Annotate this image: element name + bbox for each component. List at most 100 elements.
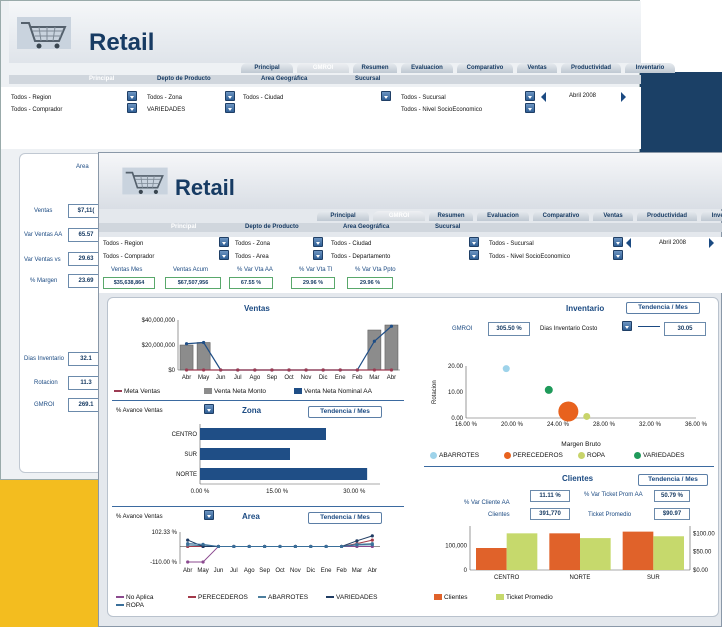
- inventario-legend-item: ABARROTES: [430, 452, 479, 459]
- tab-ventas[interactable]: Ventas: [593, 211, 633, 221]
- area-point: [370, 534, 374, 538]
- x-tick-label: May: [197, 568, 208, 574]
- tab-inventario[interactable]: Inventario: [701, 211, 722, 221]
- x-tick-label: Abr: [183, 568, 192, 574]
- x-tick-label: Abr: [368, 568, 377, 574]
- tab-inventario[interactable]: Inventario: [625, 63, 675, 73]
- var-ticket-label: % Var Ticket Prom AA: [584, 492, 643, 498]
- tab-evaluacion[interactable]: Evaluacion: [477, 211, 529, 221]
- zona-bar: [200, 468, 368, 480]
- comprador-dropdown-button[interactable]: [127, 103, 137, 113]
- tab-principal[interactable]: Principal: [241, 63, 293, 73]
- zona-dropdown-button[interactable]: [225, 91, 235, 101]
- tab-gmroi[interactable]: GMROI: [297, 63, 349, 73]
- tab-evaluacion[interactable]: Evaluacion: [401, 63, 453, 73]
- x-tick-label: 30.00 %: [343, 489, 366, 495]
- subtab-bar: Principal Depto de Producto Area Geográfic…: [99, 223, 722, 232]
- region-dropdown-button[interactable]: [219, 237, 229, 247]
- filter-variedades-label: VARIEDADES: [147, 107, 186, 113]
- subtab-0[interactable]: Principal: [171, 224, 196, 230]
- legend-label: ABARROTES: [439, 452, 480, 460]
- legend-swatch-ticket-icon: [496, 594, 504, 601]
- subtab-0[interactable]: Principal: [89, 76, 114, 82]
- ventas-point: [338, 368, 342, 372]
- legend-label: Venta Neta Monto: [214, 388, 267, 395]
- kpi-value: 67.55 %: [229, 277, 273, 289]
- x-tick-label: Feb: [352, 375, 363, 381]
- zona-dropdown-button[interactable]: [313, 237, 323, 247]
- inventario-tendencia-button[interactable]: Tendencia / Mes: [626, 302, 700, 314]
- subtab-1[interactable]: Depto de Producto: [245, 224, 299, 230]
- inventario-legend-item: PERECEDEROS: [504, 452, 563, 459]
- zona-tendencia-button[interactable]: Tendencia / Mes: [308, 406, 382, 418]
- filter-comprador-label: Todos - Comprador: [11, 107, 63, 113]
- ventas-legend-monto: Venta Neta Monto: [204, 388, 266, 395]
- x-tick-label: 24.00 %: [547, 422, 570, 428]
- tab-resumen[interactable]: Resumen: [353, 63, 397, 73]
- ciudad-dropdown-button[interactable]: [469, 237, 479, 247]
- area-legend-item: ABARROTES: [258, 594, 308, 601]
- x-tick-label: Ago: [250, 375, 261, 381]
- sucursal-dropdown-button[interactable]: [525, 91, 535, 101]
- tab-principal[interactable]: Principal: [317, 211, 369, 221]
- ventas-point: [184, 368, 189, 372]
- tab-comparativo[interactable]: Comparativo: [457, 63, 513, 73]
- ventas-point: [219, 368, 223, 372]
- back-kpi-varaa-label: Var Ventas AA: [24, 232, 63, 238]
- tab-resumen[interactable]: Resumen: [429, 211, 473, 221]
- area-avance-dropdown-button[interactable]: [204, 510, 214, 520]
- region-dropdown-button[interactable]: [127, 91, 137, 101]
- x-tick-label: Abr: [182, 375, 191, 381]
- tab-ventas[interactable]: Ventas: [517, 63, 557, 73]
- x-tick-label: 28.00 %: [593, 422, 616, 428]
- clientes-count-value: 391,770: [530, 508, 570, 520]
- ciudad-dropdown-button[interactable]: [381, 91, 391, 101]
- subtab-3[interactable]: Sucursal: [435, 224, 460, 230]
- back-kpi-rotacion-label: Rotacion: [34, 380, 58, 386]
- sucursal-dropdown-button[interactable]: [613, 237, 623, 247]
- variedades-dropdown-button[interactable]: [225, 103, 235, 113]
- subtab-2[interactable]: Area Geográfica: [261, 76, 307, 82]
- subtab-2[interactable]: Area Geográfica: [343, 224, 389, 230]
- legend-swatch-icon: [116, 604, 124, 607]
- zona-avance-dropdown-button[interactable]: [204, 404, 214, 414]
- kpi-value: 29.96 %: [291, 277, 335, 289]
- filter-sucursal-label: Todos - Sucursal: [401, 95, 446, 101]
- area-point: [293, 544, 297, 549]
- y-tick-label: 10.00: [448, 390, 464, 396]
- area-dropdown-button[interactable]: [313, 250, 323, 260]
- x-tick-label: May: [198, 375, 209, 381]
- nivel-dropdown-button[interactable]: [525, 103, 535, 113]
- subtab-1[interactable]: Depto de Producto: [157, 76, 211, 82]
- area-tendencia-button[interactable]: Tendencia / Mes: [308, 512, 382, 524]
- tab-productividad[interactable]: Productividad: [637, 211, 697, 221]
- var-cliente-label: % Var Cliente AA: [464, 500, 510, 506]
- prev-period-icon[interactable]: [626, 238, 631, 248]
- next-period-icon[interactable]: [621, 92, 626, 102]
- front-dashboard-window: Retail Principal GMROI Resumen Evaluacion Co…: [98, 152, 722, 627]
- dias-inventario-dropdown-button[interactable]: [622, 321, 632, 331]
- prev-period-icon[interactable]: [541, 92, 546, 102]
- subtab-3[interactable]: Sucursal: [355, 76, 380, 82]
- filter-zona-label: Todos - Zona: [147, 95, 183, 101]
- x-tick-label: Oct: [275, 568, 285, 574]
- back-kpi-dias-label: Dias Inventario: [24, 356, 65, 362]
- tab-gmroi[interactable]: GMROI: [373, 211, 425, 221]
- filter-nivel-label: Todos - Nivel SocioEconomico: [401, 107, 483, 113]
- ventas-legend-nominal: Venta Neta Nominal AA: [294, 388, 372, 395]
- tab-comparativo[interactable]: Comparativo: [533, 211, 589, 221]
- zona-chart: CENTRO SUR NORTE 0.00 % 15.00 % 30.00 %: [172, 424, 380, 495]
- filter-ciudad-label: Todos - Ciudad: [243, 95, 284, 101]
- next-period-icon[interactable]: [709, 238, 714, 248]
- back-filter-area: Todos - Region Todos - Zona Todos - Ciud…: [1, 87, 641, 149]
- tab-productividad[interactable]: Productividad: [561, 63, 621, 73]
- comprador-dropdown-button[interactable]: [219, 250, 229, 260]
- area-point: [186, 538, 190, 542]
- legend-label: Clientes: [444, 594, 468, 601]
- departamento-dropdown-button[interactable]: [469, 250, 479, 260]
- nivel-dropdown-button[interactable]: [613, 250, 623, 260]
- inventario-legend-item: ROPA: [578, 452, 605, 459]
- area-title: Area: [242, 512, 260, 521]
- x-tick-label: Mar: [352, 568, 362, 574]
- clientes-tendencia-button[interactable]: Tendencia / Mes: [638, 474, 708, 486]
